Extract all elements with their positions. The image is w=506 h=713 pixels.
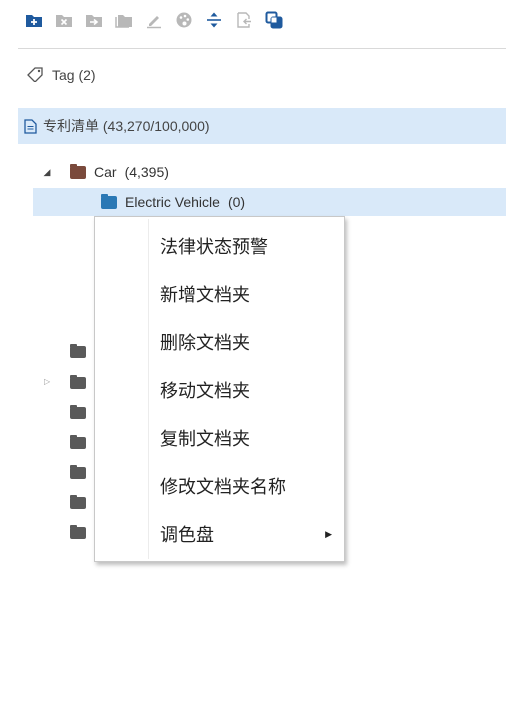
move-folder-icon[interactable] (84, 10, 104, 30)
folder-icon[interactable] (70, 375, 86, 389)
tree-item-electric-vehicle[interactable]: Electric Vehicle (0) (33, 188, 506, 216)
folder-icon (101, 193, 117, 209)
tag-item[interactable]: Tag (2) (26, 64, 96, 86)
menu-item-new-folder[interactable]: 新增文档夹 (95, 274, 344, 314)
palette-icon[interactable] (174, 10, 194, 30)
add-folder-icon[interactable] (24, 10, 44, 30)
tree-item-label: Car (94, 164, 117, 180)
menu-item-legal-status-alert[interactable]: 法律状态预警 (95, 226, 344, 266)
patent-list-label: 专利清单 (43,270/100,000) (43, 118, 210, 134)
document-icon (24, 118, 37, 134)
menu-item-move-folder[interactable]: 移动文档夹 (95, 370, 344, 410)
tree-item-car[interactable]: ◢ Car (4,395) (40, 160, 169, 184)
toolbar (0, 0, 506, 44)
submenu-arrow-icon: ▶ (325, 528, 332, 539)
folder-icon[interactable] (70, 405, 86, 419)
menu-item-rename-folder[interactable]: 修改文档夹名称 (95, 466, 344, 506)
menu-item-label: 修改文档夹名称 (160, 477, 286, 497)
menu-item-copy-folder[interactable]: 复制文档夹 (95, 418, 344, 458)
folder-icon (70, 163, 86, 179)
menu-item-label: 法律状态预警 (160, 237, 268, 257)
rename-icon[interactable] (144, 10, 164, 30)
folder-icon[interactable] (70, 525, 86, 539)
menu-item-label: 删除文档夹 (160, 333, 250, 353)
folder-icon[interactable] (70, 435, 86, 449)
tree-item-label: Electric Vehicle (125, 194, 220, 210)
delete-folder-icon[interactable] (54, 10, 74, 30)
folder-icon[interactable] (70, 495, 86, 509)
export-icon[interactable] (234, 10, 254, 30)
tag-label: Tag (2) (52, 67, 96, 83)
tag-icon (26, 66, 46, 85)
menu-item-label: 复制文档夹 (160, 429, 250, 449)
context-menu: 法律状态预警 新增文档夹 删除文档夹 移动文档夹 复制文档夹 修改文档夹名称 调… (94, 216, 345, 562)
tree-item-count: (4,395) (124, 164, 169, 180)
menu-item-delete-folder[interactable]: 删除文档夹 (95, 322, 344, 362)
expand-collapse-icon[interactable] (204, 10, 224, 30)
patent-list-item[interactable]: 专利清单 (43,270/100,000) (18, 108, 506, 144)
folder-icon[interactable] (70, 344, 86, 358)
menu-item-label: 新增文档夹 (160, 285, 250, 305)
menu-item-label: 移动文档夹 (160, 381, 250, 401)
toolbar-divider (18, 48, 506, 49)
menu-item-label: 调色盘 (160, 525, 214, 545)
folder-icon[interactable] (70, 465, 86, 479)
tree-item-count: (0) (227, 194, 246, 210)
merge-icon[interactable] (264, 10, 284, 30)
caret-collapsed-icon[interactable]: ▷ (44, 377, 50, 386)
menu-item-palette[interactable]: 调色盘 ▶ (95, 514, 344, 554)
copy-folder-icon[interactable] (114, 10, 134, 30)
caret-expanded-icon[interactable]: ◢ (40, 165, 54, 179)
